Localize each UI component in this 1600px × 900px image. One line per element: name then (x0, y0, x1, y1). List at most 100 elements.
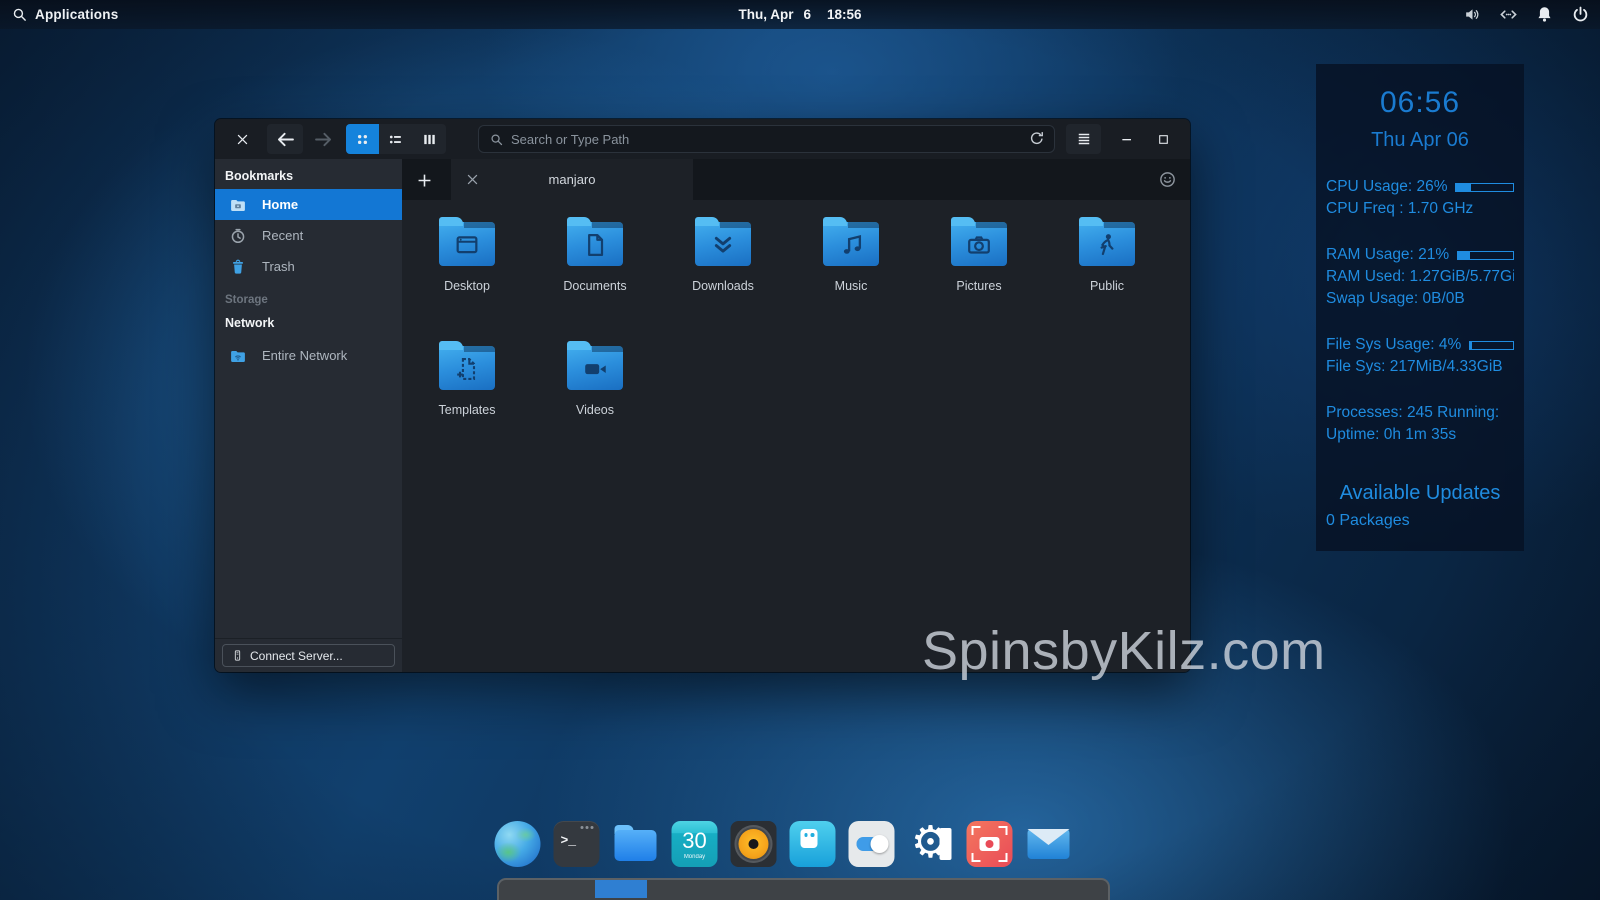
tab-close-icon[interactable] (465, 172, 480, 187)
grid-view-icon (354, 131, 371, 148)
notifications-icon[interactable] (1535, 5, 1554, 24)
panel-tray (1463, 0, 1590, 29)
folder-body (615, 830, 657, 861)
tab-bar: manjaro (402, 159, 1190, 200)
maximize-button[interactable] (1149, 124, 1177, 154)
network-icon[interactable] (1499, 5, 1518, 24)
calendar-day: 30 (672, 826, 718, 856)
emoji-smiley-icon[interactable] (1158, 170, 1177, 189)
dock-web-browser-icon[interactable] (495, 821, 541, 867)
top-panel: Applications Thu, Apr 6 18:56 (0, 0, 1600, 29)
column-view-icon (421, 131, 438, 148)
back-button[interactable] (267, 124, 303, 154)
desktop: Applications Thu, Apr 6 18:56 (0, 0, 1600, 900)
trash-icon (229, 258, 247, 276)
dock-calendar-icon[interactable]: 30 Monday (672, 821, 718, 867)
connect-server-label: Connect Server... (250, 649, 343, 663)
panel-day: 6 (803, 7, 811, 22)
sidebar: Bookmarks Home Recent Trash Storage Netw… (215, 159, 402, 672)
panel-date: Thu, Apr (738, 7, 793, 22)
videocam-glyph-icon (581, 355, 609, 383)
window-main: manjaro Desktop Documents Dow (402, 159, 1190, 672)
gear-icon: ⚙ (906, 815, 956, 871)
folder-documents[interactable]: Documents (531, 222, 659, 346)
dock-tweaks-icon[interactable] (849, 821, 895, 867)
window-titlebar[interactable] (215, 119, 1190, 159)
folder-icon (1079, 222, 1135, 266)
fs-size-text: File Sys: 217MiB/4.33GiB (1326, 356, 1514, 378)
sidebar-item-label: Entire Network (262, 348, 347, 363)
person-glyph-icon (1093, 231, 1121, 259)
dock-media-player-icon[interactable] (731, 821, 777, 867)
fs-usage-text: File Sys Usage: 4% (1326, 334, 1461, 356)
sidebar-item-entire-network[interactable]: Entire Network (215, 340, 402, 371)
dock-mail-icon[interactable] (1026, 821, 1072, 867)
folder-label: Documents (563, 279, 626, 293)
server-icon (231, 649, 244, 662)
system-monitor-widget: 06:56 Thu Apr 06 CPU Usage: 26% CPU Freq… (1316, 64, 1524, 551)
folder-downloads[interactable]: Downloads (659, 222, 787, 346)
minimize-icon (1119, 131, 1135, 147)
sidebar-item-label: Trash (262, 259, 295, 274)
widget-date: Thu Apr 06 (1326, 129, 1514, 152)
bookmarks-header: Bookmarks (215, 159, 402, 189)
connect-server-button[interactable]: Connect Server... (222, 644, 395, 667)
folder-pictures[interactable]: Pictures (915, 222, 1043, 346)
volume-icon[interactable] (1463, 5, 1482, 24)
tab-title: manjaro (549, 172, 596, 187)
uptime-text: Uptime: 0h 1m 35s (1326, 424, 1514, 446)
grid-view-button[interactable] (346, 124, 379, 154)
folder-label: Videos (576, 403, 614, 417)
close-icon (235, 132, 250, 147)
list-view-button[interactable] (379, 124, 412, 154)
folder-public[interactable]: Public (1043, 222, 1171, 346)
envelope-icon (1028, 829, 1070, 845)
clock-icon (229, 227, 247, 245)
folder-desktop[interactable]: Desktop (403, 222, 531, 346)
close-button[interactable] (229, 124, 255, 154)
forward-button[interactable] (307, 124, 339, 154)
folder-videos[interactable]: Videos (531, 346, 659, 470)
ram-usage-bar (1457, 251, 1514, 260)
folder-icon (439, 222, 495, 266)
power-icon[interactable] (1571, 5, 1590, 24)
list-view-icon (387, 131, 404, 148)
sidebar-item-trash[interactable]: Trash (215, 251, 402, 282)
folder-music[interactable]: Music (787, 222, 915, 346)
swap-usage-text: Swap Usage: 0B/0B (1326, 288, 1514, 310)
panel-clock[interactable]: Thu, Apr 6 18:56 (738, 0, 861, 29)
search-input[interactable] (511, 132, 1028, 147)
folder-label: Music (835, 279, 868, 293)
terminal-dots (581, 826, 594, 829)
downloads-glyph-icon (709, 231, 737, 259)
tab-manjaro[interactable]: manjaro (451, 159, 693, 200)
dock-screenshot-icon[interactable] (967, 821, 1013, 867)
home-folder-icon (229, 196, 247, 214)
processes-text: Processes: 245 Running: (1326, 402, 1514, 424)
folder-label: Desktop (444, 279, 490, 293)
sidebar-item-home[interactable]: Home (215, 189, 402, 220)
folder-icon (439, 346, 495, 390)
new-tab-button[interactable] (409, 165, 439, 195)
dock-file-manager-icon[interactable] (613, 821, 659, 867)
dock-terminal-icon[interactable]: >_ (554, 821, 600, 867)
updates-title: Available Updates (1326, 482, 1514, 505)
search-bar[interactable] (478, 125, 1055, 153)
file-manager-window: Bookmarks Home Recent Trash Storage Netw… (215, 119, 1190, 672)
minimize-button[interactable] (1113, 124, 1141, 154)
folder-icon (823, 222, 879, 266)
dock-settings-icon[interactable]: ⚙ (908, 821, 954, 867)
column-view-button[interactable] (413, 124, 446, 154)
arrow-left-icon (275, 129, 296, 150)
applications-menu[interactable]: Applications (0, 6, 118, 23)
folder-icon (567, 346, 623, 390)
hidden-window-edge[interactable] (497, 878, 1110, 900)
network-folder-icon (229, 347, 247, 365)
sidebar-item-recent[interactable]: Recent (215, 220, 402, 251)
folder-templates[interactable]: Templates (403, 346, 531, 470)
cpu-usage-bar (1455, 183, 1514, 192)
refresh-icon[interactable] (1028, 130, 1046, 148)
cpu-freq-text: CPU Freq : 1.70 GHz (1326, 198, 1514, 220)
menu-button[interactable] (1066, 124, 1101, 154)
dock-software-app-icon[interactable] (790, 821, 836, 867)
